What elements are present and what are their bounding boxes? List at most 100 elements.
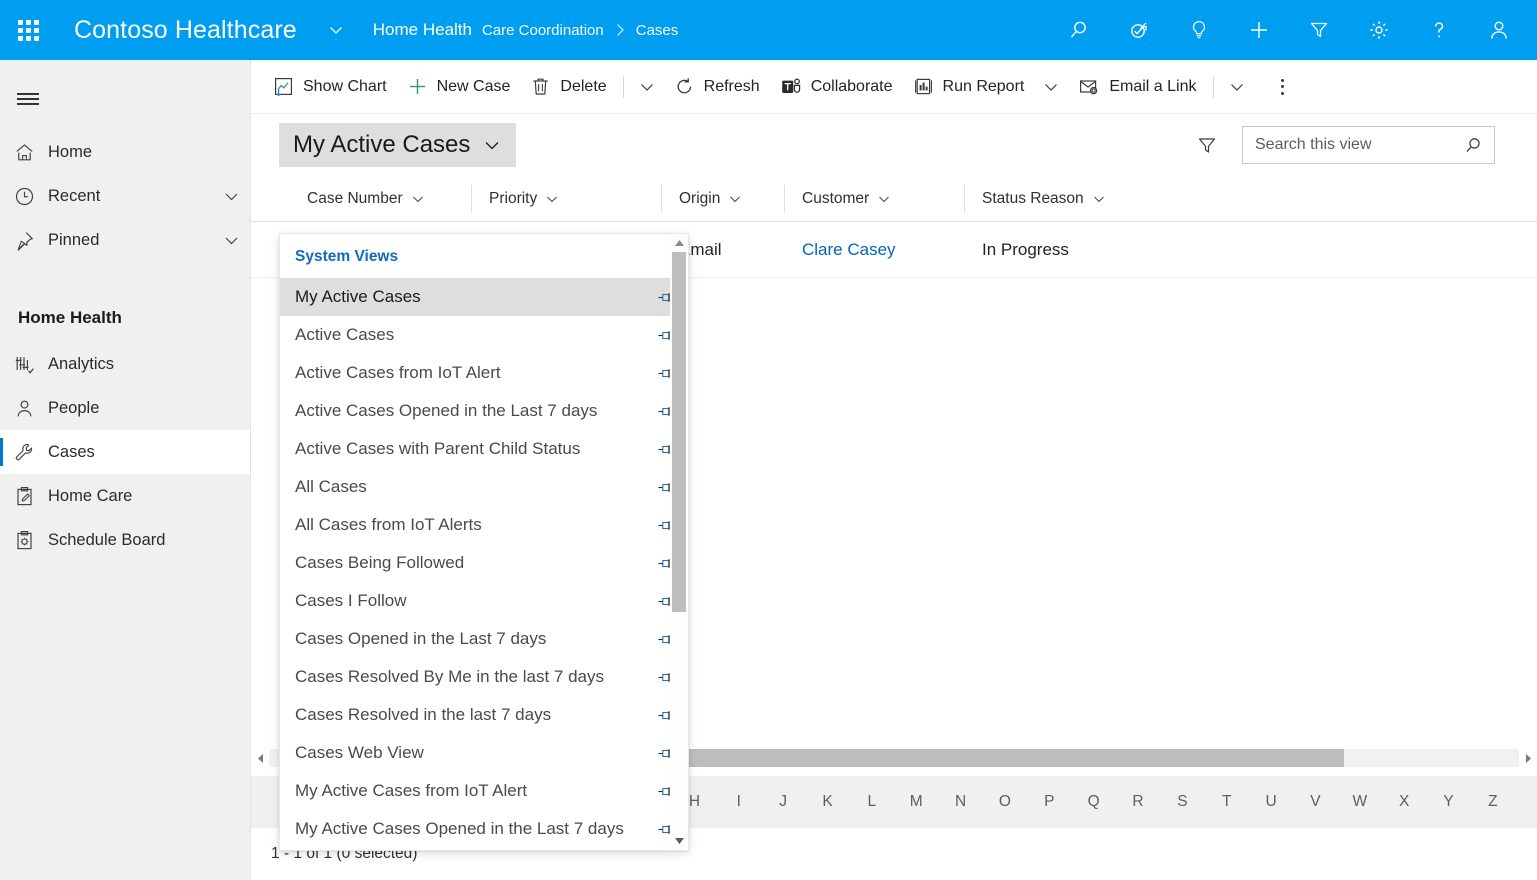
alpha-filter-t[interactable]: T <box>1205 784 1249 820</box>
view-item-all-cases[interactable]: All Cases <box>280 468 688 506</box>
alpha-filter-y[interactable]: Y <box>1426 784 1470 820</box>
help-icon[interactable] <box>1419 0 1459 60</box>
user-icon[interactable] <box>1479 0 1519 60</box>
search-icon[interactable] <box>1059 0 1099 60</box>
sidebar-item-people[interactable]: People <box>0 386 250 430</box>
home-icon <box>14 142 48 163</box>
alpha-filter-j[interactable]: J <box>761 784 805 820</box>
delete-button[interactable]: Delete <box>520 67 616 107</box>
cell-customer-link[interactable]: Clare Casey <box>784 222 964 278</box>
view-item-my-active-cases-from-iot-alert[interactable]: My Active Cases from IoT Alert <box>280 772 688 810</box>
filter-icon[interactable] <box>1299 0 1339 60</box>
alpha-filter-n[interactable]: N <box>938 784 982 820</box>
collaborate-button[interactable]: Collaborate <box>770 67 903 107</box>
chevron-down-icon[interactable] <box>212 231 250 250</box>
new-case-button[interactable]: New Case <box>397 67 521 107</box>
view-item-my-active-cases-opened-last-7-days[interactable]: My Active Cases Opened in the Last 7 day… <box>280 810 688 848</box>
view-item-active-cases-from-iot-alert[interactable]: Active Cases from IoT Alert <box>280 354 688 392</box>
column-header-case-number[interactable]: Case Number <box>289 176 471 222</box>
run-report-chevron-down-icon[interactable] <box>1034 67 1068 107</box>
alpha-filter-s[interactable]: S <box>1160 784 1204 820</box>
app-launcher-icon[interactable] <box>0 0 56 60</box>
view-item-cases-being-followed[interactable]: Cases Being Followed <box>280 544 688 582</box>
flyout-vertical-scrollbar[interactable] <box>670 234 688 850</box>
scroll-left-arrow[interactable] <box>251 753 269 764</box>
sidebar-item-label: Schedule Board <box>48 531 250 550</box>
sidebar-item-pinned[interactable]: Pinned <box>0 218 250 262</box>
scroll-right-arrow[interactable] <box>1519 753 1537 764</box>
assistant-icon[interactable] <box>1119 0 1159 60</box>
alpha-filter-p[interactable]: P <box>1027 784 1071 820</box>
search-icon[interactable] <box>1463 135 1484 156</box>
sidebar-item-schedule-board[interactable]: Schedule Board <box>0 518 250 562</box>
show-chart-button[interactable]: Show Chart <box>263 67 397 107</box>
view-item-label: Active Cases with Parent Child Status <box>295 439 642 459</box>
alpha-filter-m[interactable]: M <box>894 784 938 820</box>
view-item-label: My Active Cases <box>295 287 642 307</box>
chevron-down-icon[interactable] <box>212 187 250 206</box>
more-options-icon[interactable] <box>1266 67 1300 107</box>
alpha-filter-u[interactable]: U <box>1249 784 1293 820</box>
alpha-filter-o[interactable]: O <box>983 784 1027 820</box>
alpha-filter-z[interactable]: Z <box>1471 784 1515 820</box>
filter-icon[interactable] <box>1190 128 1224 162</box>
delete-chevron-down-icon[interactable] <box>630 67 664 107</box>
lightbulb-icon[interactable] <box>1179 0 1219 60</box>
alpha-filter-l[interactable]: L <box>850 784 894 820</box>
scroll-up-arrow[interactable] <box>670 234 688 252</box>
view-item-all-cases-from-iot-alerts[interactable]: All Cases from IoT Alerts <box>280 506 688 544</box>
search-view-box[interactable] <box>1242 126 1495 164</box>
view-item-label: All Cases <box>295 477 642 497</box>
show-chart-label: Show Chart <box>303 78 387 96</box>
chevron-down-icon <box>545 192 559 206</box>
email-a-link-button[interactable]: Email a Link <box>1068 67 1206 107</box>
breadcrumb-item-0[interactable]: Care Coordination <box>482 22 604 39</box>
alpha-filter-x[interactable]: X <box>1382 784 1426 820</box>
alpha-filter-k[interactable]: K <box>805 784 849 820</box>
view-item-cases-resolved-last-7-days[interactable]: Cases Resolved in the last 7 days <box>280 696 688 734</box>
view-selector-flyout: System Views My Active Cases Active Case… <box>279 233 689 851</box>
nav-toggle-hamburger-icon[interactable] <box>0 74 56 124</box>
view-selector-button[interactable]: My Active Cases <box>279 123 516 167</box>
view-item-my-active-cases[interactable]: My Active Cases <box>280 278 688 316</box>
sidebar-item-recent[interactable]: Recent <box>0 174 250 218</box>
view-item-active-cases-opened-last-7-days[interactable]: Active Cases Opened in the Last 7 days <box>280 392 688 430</box>
horizontal-scroll-thumb[interactable] <box>682 749 1345 767</box>
column-header-customer[interactable]: Customer <box>784 176 964 222</box>
gear-icon[interactable] <box>1359 0 1399 60</box>
search-input[interactable] <box>1255 136 1463 154</box>
column-header-status-reason[interactable]: Status Reason <box>964 176 1144 222</box>
alpha-filter-r[interactable]: R <box>1116 784 1160 820</box>
view-item-active-cases-with-parent-child-status[interactable]: Active Cases with Parent Child Status <box>280 430 688 468</box>
add-icon[interactable] <box>1239 0 1279 60</box>
refresh-button[interactable]: Refresh <box>664 67 770 107</box>
flyout-scroll-thumb[interactable] <box>672 252 686 612</box>
analytics-icon <box>14 354 48 375</box>
alpha-filter-i[interactable]: I <box>717 784 761 820</box>
scroll-down-arrow[interactable] <box>670 832 688 850</box>
sidebar-item-home[interactable]: Home <box>0 130 250 174</box>
sidebar-item-label: Analytics <box>48 355 250 374</box>
view-item-cases-web-view[interactable]: Cases Web View <box>280 734 688 772</box>
alpha-filter-v[interactable]: V <box>1293 784 1337 820</box>
view-item-cases-i-follow[interactable]: Cases I Follow <box>280 582 688 620</box>
column-header-origin[interactable]: Origin <box>661 176 784 222</box>
view-item-active-cases[interactable]: Active Cases <box>280 316 688 354</box>
view-selector-label: My Active Cases <box>293 131 470 159</box>
brand-chevron-down-icon[interactable] <box>327 21 345 39</box>
view-item-cases-resolved-by-me-last-7-days[interactable]: Cases Resolved By Me in the last 7 days <box>280 658 688 696</box>
flyout-scroll-track[interactable] <box>670 252 688 832</box>
sidebar-item-cases[interactable]: Cases <box>0 430 250 474</box>
column-header-priority[interactable]: Priority <box>471 176 661 222</box>
alpha-filter-q[interactable]: Q <box>1071 784 1115 820</box>
run-report-button[interactable]: Run Report <box>903 67 1035 107</box>
clipboard-icon <box>14 486 48 507</box>
breadcrumb-app-name[interactable]: Home Health <box>373 20 472 40</box>
run-report-label: Run Report <box>943 78 1025 96</box>
alpha-filter-w[interactable]: W <box>1338 784 1382 820</box>
breadcrumb-item-1[interactable]: Cases <box>636 22 679 39</box>
email-chevron-down-icon[interactable] <box>1220 67 1254 107</box>
sidebar-item-home-care[interactable]: Home Care <box>0 474 250 518</box>
view-item-cases-opened-last-7-days[interactable]: Cases Opened in the Last 7 days <box>280 620 688 658</box>
sidebar-item-analytics[interactable]: Analytics <box>0 342 250 386</box>
